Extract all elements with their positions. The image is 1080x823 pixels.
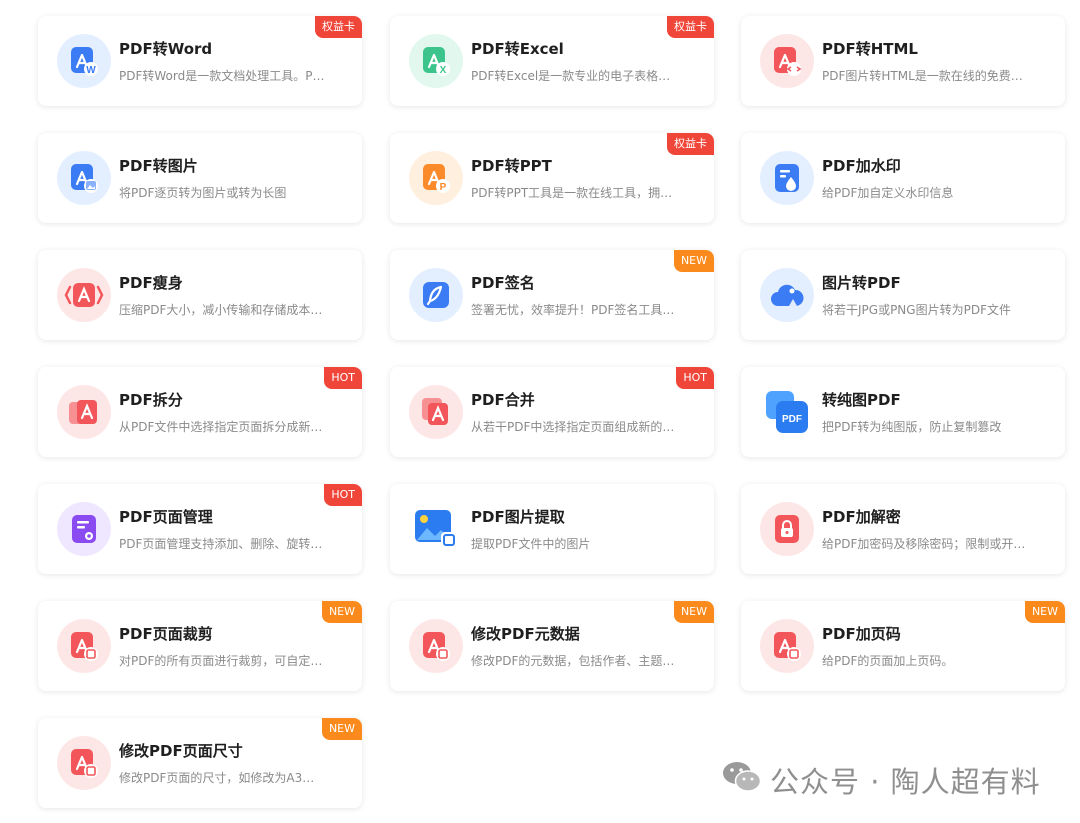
ppt-icon: P [409, 151, 463, 205]
tool-title: PDF图片提取 [471, 508, 565, 526]
pure-image-pdf-icon: PDF [760, 385, 814, 439]
crop-icon [57, 619, 111, 673]
watermark: 公众号 · 陶人超有料 [722, 760, 1041, 800]
tool-description: 给PDF加密码及移除密码；限制或开… [822, 537, 1026, 551]
tool-title: PDF加解密 [822, 508, 901, 526]
tool-description: 将若干JPG或PNG图片转为PDF文件 [822, 303, 1011, 317]
tool-card[interactable]: PDF加页码给PDF的页面加上页码。 NEW [741, 601, 1065, 691]
tool-title: PDF合并 [471, 391, 535, 409]
tool-description: 压缩PDF大小，减小传输和存储成本… [119, 303, 323, 317]
tool-title: PDF签名 [471, 274, 535, 292]
tool-title: PDF转图片 [119, 157, 198, 175]
tool-title: PDF加页码 [822, 625, 901, 643]
html-icon [760, 34, 814, 88]
tool-description: 给PDF加自定义水印信息 [822, 186, 954, 200]
svg-text:PDF: PDF [782, 414, 802, 425]
resize-icon [57, 736, 111, 790]
cloud-image-icon [760, 268, 814, 322]
tool-card[interactable]: 图片转PDF 将若干JPG或PNG图片转为PDF文件 [741, 250, 1065, 340]
tool-card[interactable]: PDF合并从若干PDF中选择指定页面组成新的… HOT [390, 367, 714, 457]
tool-description: 从若干PDF中选择指定页面组成新的… [471, 420, 675, 434]
tool-card[interactable]: PDF图片提取提取PDF文件中的图片 [390, 484, 714, 574]
tool-card[interactable]: PDF转图片将PDF逐页转为图片或转为长图 [38, 133, 362, 223]
tool-badge: HOT [324, 484, 362, 506]
tool-card[interactable]: P PDF转PPT PDF转PPT工具是一款在线工具，拥… 权益卡 [390, 133, 714, 223]
tool-badge: HOT [324, 367, 362, 389]
tool-badge: 权益卡 [667, 133, 714, 155]
wechat-icon [722, 760, 762, 801]
compress-icon [57, 268, 111, 322]
tool-title: PDF页面裁剪 [119, 625, 213, 643]
tool-description: PDF转Word是一款文档处理工具。P… [119, 69, 325, 83]
tool-title: 修改PDF页面尺寸 [119, 742, 243, 760]
tool-badge: NEW [673, 601, 714, 623]
word-icon: W [57, 34, 111, 88]
tool-badge: NEW [673, 250, 714, 272]
tool-badge: 权益卡 [315, 16, 362, 38]
tool-card[interactable]: PDF瘦身压缩PDF大小，减小传输和存储成本… [38, 250, 362, 340]
metadata-icon [409, 619, 463, 673]
tool-badge: NEW [321, 718, 362, 740]
image-convert-icon [57, 151, 111, 205]
tool-card[interactable]: W PDF转Word PDF转Word是一款文档处理工具。P… 权益卡 [38, 16, 362, 106]
tool-description: PDF图片转HTML是一款在线的免费… [822, 69, 1023, 83]
tool-description: 修改PDF的元数据，包括作者、主题… [471, 654, 675, 668]
watermark-drop-icon [760, 151, 814, 205]
page-manage-icon [57, 502, 111, 556]
tool-title: PDF瘦身 [119, 274, 183, 292]
tool-card[interactable]: PDF拆分从PDF文件中选择指定页面拆分成新… HOT [38, 367, 362, 457]
tool-badge: HOT [676, 367, 714, 389]
tool-card[interactable]: 修改PDF元数据修改PDF的元数据，包括作者、主题… NEW [390, 601, 714, 691]
excel-icon: X [409, 34, 463, 88]
tool-description: PDF转PPT工具是一款在线工具，拥… [471, 186, 673, 200]
tool-description: 修改PDF页面的尺寸，如修改为A3… [119, 771, 315, 785]
tool-card[interactable]: PDF加水印给PDF加自定义水印信息 [741, 133, 1065, 223]
tool-title: PDF转Word [119, 40, 213, 58]
tool-card[interactable]: PDF页面管理 PDF页面管理支持添加、删除、旋转… HOT [38, 484, 362, 574]
tool-title: 转纯图PDF [822, 391, 901, 409]
merge-icon [409, 385, 463, 439]
tool-grid: W PDF转Word PDF转Word是一款文档处理工具。P… 权益卡 X PDF转Exc… [0, 0, 1080, 823]
tool-card[interactable]: 修改PDF页面尺寸修改PDF页面的尺寸，如修改为A3… NEW [38, 718, 362, 808]
tool-description: PDF页面管理支持添加、删除、旋转… [119, 537, 323, 551]
tool-description: 从PDF文件中选择指定页面拆分成新… [119, 420, 323, 434]
page-number-icon [760, 619, 814, 673]
tool-description: 给PDF的页面加上页码。 [822, 654, 954, 668]
tool-card[interactable]: PDF转HTML PDF图片转HTML是一款在线的免费… [741, 16, 1065, 106]
tool-title: PDF页面管理 [119, 508, 213, 526]
lock-icon [760, 502, 814, 556]
watermark-text: 公众号 · 陶人超有料 [770, 765, 1041, 799]
tool-description: 提取PDF文件中的图片 [471, 537, 591, 551]
tool-badge: NEW [1024, 601, 1065, 623]
tool-title: PDF转PPT [471, 157, 552, 175]
tool-card[interactable]: PDF 转纯图PDF 把PDF转为纯图版，防止复制篡改 [741, 367, 1065, 457]
tool-title: PDF转Excel [471, 40, 564, 58]
tool-card[interactable]: PDF签名签署无忧，效率提升！PDF签名工具… NEW [390, 250, 714, 340]
tool-title: PDF转HTML [822, 40, 918, 58]
tool-description: 对PDF的所有页面进行裁剪，可自定… [119, 654, 323, 668]
svg-text:P: P [440, 182, 447, 193]
tool-card[interactable]: X PDF转Excel PDF转Excel是一款专业的电子表格… 权益卡 [390, 16, 714, 106]
svg-text:X: X [440, 65, 447, 76]
tool-description: PDF转Excel是一款专业的电子表格… [471, 69, 671, 83]
image-extract-icon [409, 502, 463, 556]
tool-card[interactable]: PDF加解密给PDF加密码及移除密码；限制或开… [741, 484, 1065, 574]
svg-text:W: W [86, 65, 96, 76]
tool-description: 把PDF转为纯图版，防止复制篡改 [822, 420, 1002, 434]
tool-badge: 权益卡 [667, 16, 714, 38]
tool-description: 签署无忧，效率提升！PDF签名工具… [471, 303, 675, 317]
tool-description: 将PDF逐页转为图片或转为长图 [119, 186, 287, 200]
tool-title: PDF拆分 [119, 391, 183, 409]
tool-card[interactable]: PDF页面裁剪对PDF的所有页面进行裁剪，可自定… NEW [38, 601, 362, 691]
split-icon [57, 385, 111, 439]
tool-title: 修改PDF元数据 [471, 625, 580, 643]
tool-badge: NEW [321, 601, 362, 623]
tool-title: PDF加水印 [822, 157, 901, 175]
tool-title: 图片转PDF [822, 274, 901, 292]
feather-pen-icon [409, 268, 463, 322]
